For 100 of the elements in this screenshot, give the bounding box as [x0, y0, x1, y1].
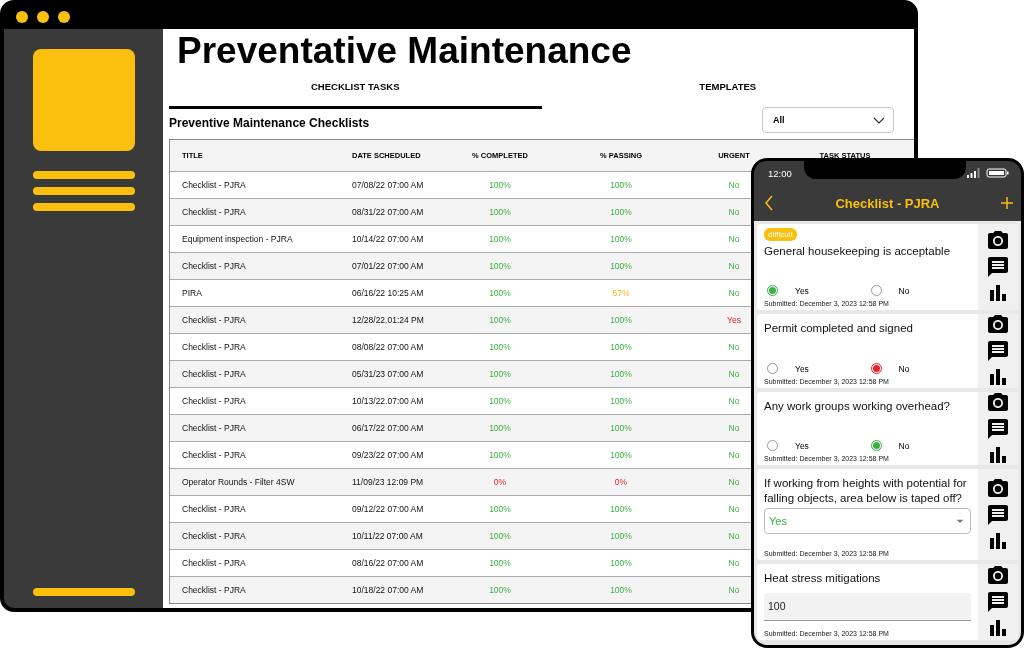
menu-line[interactable]	[32, 171, 135, 179]
table-cell-text: 10/13/22.07:00 AM	[351, 396, 424, 406]
table-cell-text: Checklist - PJRA	[181, 207, 246, 217]
table-cell: 100%	[610, 558, 632, 568]
window-dot	[16, 10, 28, 23]
table-cell: 100%	[489, 207, 511, 217]
table-cell: No	[728, 504, 740, 514]
comment-icon[interactable]	[986, 416, 1010, 441]
table-cell: 100%	[610, 531, 632, 541]
table-cell-text: 06/17/22 07:00 AM	[351, 423, 424, 433]
radio-option[interactable]: Yes	[764, 440, 868, 451]
table-cell-text: 05/31/23 07:00 AM	[351, 369, 424, 379]
question-text: If working from heights with potential for falling objects, area below is taped off?	[764, 476, 968, 506]
table-cell-text: Checklist - PJRA	[181, 531, 246, 541]
table-cell: No	[728, 369, 740, 379]
question-text: General housekeeping is acceptable	[764, 244, 952, 259]
table-cell: No	[728, 531, 740, 541]
table-cell: 100%	[489, 315, 511, 325]
table-cell: 100%	[489, 450, 511, 460]
table-cell: No	[728, 288, 740, 298]
table-cell: 100%	[610, 234, 632, 244]
menu-line[interactable]	[32, 187, 135, 195]
table-cell-text: Checklist - PJRA	[181, 342, 246, 352]
comment-icon[interactable]	[986, 255, 1010, 279]
status-time: 12:00	[768, 167, 792, 179]
table-cell: 100%	[610, 180, 632, 190]
radio-option[interactable]: No	[867, 285, 971, 296]
table-cell: 100%	[610, 396, 632, 406]
table-cell-text: Equipment inspection - PJRA	[181, 234, 293, 244]
tab[interactable]: TEMPLATES	[541, 75, 914, 109]
back-icon[interactable]	[764, 195, 774, 211]
table-cell: 100%	[489, 261, 511, 271]
section-title: Preventive Maintenance Checklists	[169, 115, 370, 130]
table-cell: No	[728, 207, 740, 217]
comment-icon[interactable]	[986, 590, 1010, 614]
table-cell-text: 12/28/22.01:24 PM	[351, 315, 424, 325]
table-cell-text: 08/08/22 07:00 AM	[351, 342, 424, 352]
table-cell: 100%	[610, 423, 632, 433]
table-cell-text: 06/16/22 10:25 AM	[351, 288, 424, 298]
table-cell: 100%	[610, 504, 632, 514]
table-cell: 100%	[489, 234, 511, 244]
table-cell-text: Checklist - PJRA	[181, 315, 246, 325]
table-cell: 100%	[610, 315, 632, 325]
table-cell: No	[728, 261, 740, 271]
tab[interactable]: CHECKLIST TASKS	[169, 75, 542, 109]
table-cell-text: Checklist - PJRA	[181, 369, 246, 379]
table-cell-text: Checklist - PJRA	[181, 450, 246, 460]
table-cell: 100%	[489, 423, 511, 433]
table-cell: 100%	[610, 207, 632, 217]
table-cell-text: Checklist - PJRA	[181, 558, 246, 568]
menu-line[interactable]	[32, 203, 135, 211]
table-cell-text: 08/16/22 07:00 AM	[351, 558, 424, 568]
screen-title: Checklist - PJRA	[835, 195, 940, 211]
table-cell-text: 09/12/22 07:00 AM	[351, 504, 424, 514]
table-cell: No	[728, 180, 740, 190]
table-cell-text: Checklist - PJRA	[181, 180, 246, 190]
question-text: Heat stress mitigations	[764, 571, 882, 586]
window-dot	[37, 10, 49, 23]
table-cell-text: 08/31/22 07:00 AM	[351, 207, 424, 217]
table-cell: No	[728, 342, 740, 352]
table-cell: Yes	[727, 315, 741, 325]
radio-option[interactable]: Yes	[764, 285, 868, 296]
table-cell: No	[728, 477, 740, 487]
chevron-icon	[873, 116, 885, 124]
radio-option[interactable]: Yes	[764, 363, 868, 374]
table-cell: 100%	[610, 450, 632, 460]
radio-option[interactable]: No	[867, 440, 971, 451]
table-cell-text: 09/23/22 07:00 AM	[351, 450, 424, 460]
comment-icon[interactable]	[986, 502, 1010, 527]
table-cell: 100%	[610, 261, 632, 271]
table-cell: 100%	[610, 585, 632, 595]
table-cell: 0%	[614, 477, 628, 487]
difficulty-tag: difficult	[764, 228, 797, 241]
table-cell: 100%	[489, 531, 511, 541]
radio-option[interactable]: No	[867, 363, 971, 374]
table-cell-text: 07/01/22 07:00 AM	[351, 261, 424, 271]
table-cell: 100%	[489, 504, 511, 514]
table-cell: No	[728, 396, 740, 406]
menu-line[interactable]	[32, 588, 135, 596]
table-cell-text: Checklist - PJRA	[181, 585, 246, 595]
table-cell: 67%	[612, 288, 630, 298]
page-title: Preventative Maintenance	[177, 31, 633, 71]
answer-field[interactable]: 100	[764, 592, 971, 621]
table-cell: No	[728, 558, 740, 568]
table-cell: 100%	[610, 342, 632, 352]
add-icon[interactable]	[1001, 197, 1013, 209]
table-cell-text: Operator Rounds - Filter 4SW	[181, 477, 295, 487]
table-cell: 100%	[489, 180, 511, 190]
table-cell-text: PIRA	[181, 288, 202, 298]
table-cell-text: 07/08/22 07:00 AM	[351, 180, 424, 190]
table-cell: 100%	[610, 369, 632, 379]
table-cell-text: Checklist - PJRA	[181, 423, 246, 433]
question-text: Permit completed and signed	[764, 321, 914, 336]
signal-battery-icon	[967, 168, 1011, 178]
template-dropdown[interactable]: All	[762, 107, 894, 133]
table-cell: 100%	[489, 369, 511, 379]
comment-icon[interactable]	[986, 339, 1010, 363]
table-cell-text: Checklist - PJRA	[181, 396, 246, 406]
window-dot	[58, 10, 70, 23]
table-cell: 100%	[489, 558, 511, 568]
